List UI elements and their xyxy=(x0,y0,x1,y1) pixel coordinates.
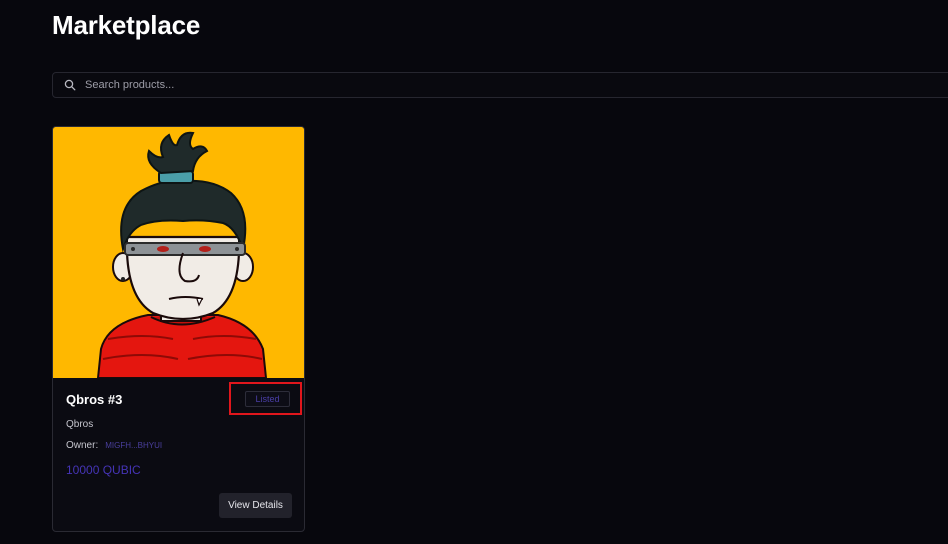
page-title: Marketplace xyxy=(52,10,201,40)
qbros-avatar-illustration xyxy=(53,127,304,378)
product-price: 10000 QUBIC xyxy=(66,463,141,477)
product-title[interactable]: Qbros #3 xyxy=(66,392,122,407)
search-icon xyxy=(63,78,77,92)
owner-address[interactable]: MIGFH...BHYUI xyxy=(105,441,162,450)
product-card[interactable]: Qbros #3 Listed Qbros Owner: MIGFH...BHY… xyxy=(52,126,305,532)
search-input[interactable] xyxy=(85,79,948,91)
owner-row: Owner: MIGFH...BHYUI xyxy=(66,440,162,451)
status-badge: Listed xyxy=(245,391,290,407)
search-bar[interactable] xyxy=(52,72,948,98)
view-details-button[interactable]: View Details xyxy=(219,493,292,518)
product-image[interactable] xyxy=(53,127,304,378)
owner-label: Owner: xyxy=(66,440,99,451)
product-collection: Qbros xyxy=(66,419,94,430)
